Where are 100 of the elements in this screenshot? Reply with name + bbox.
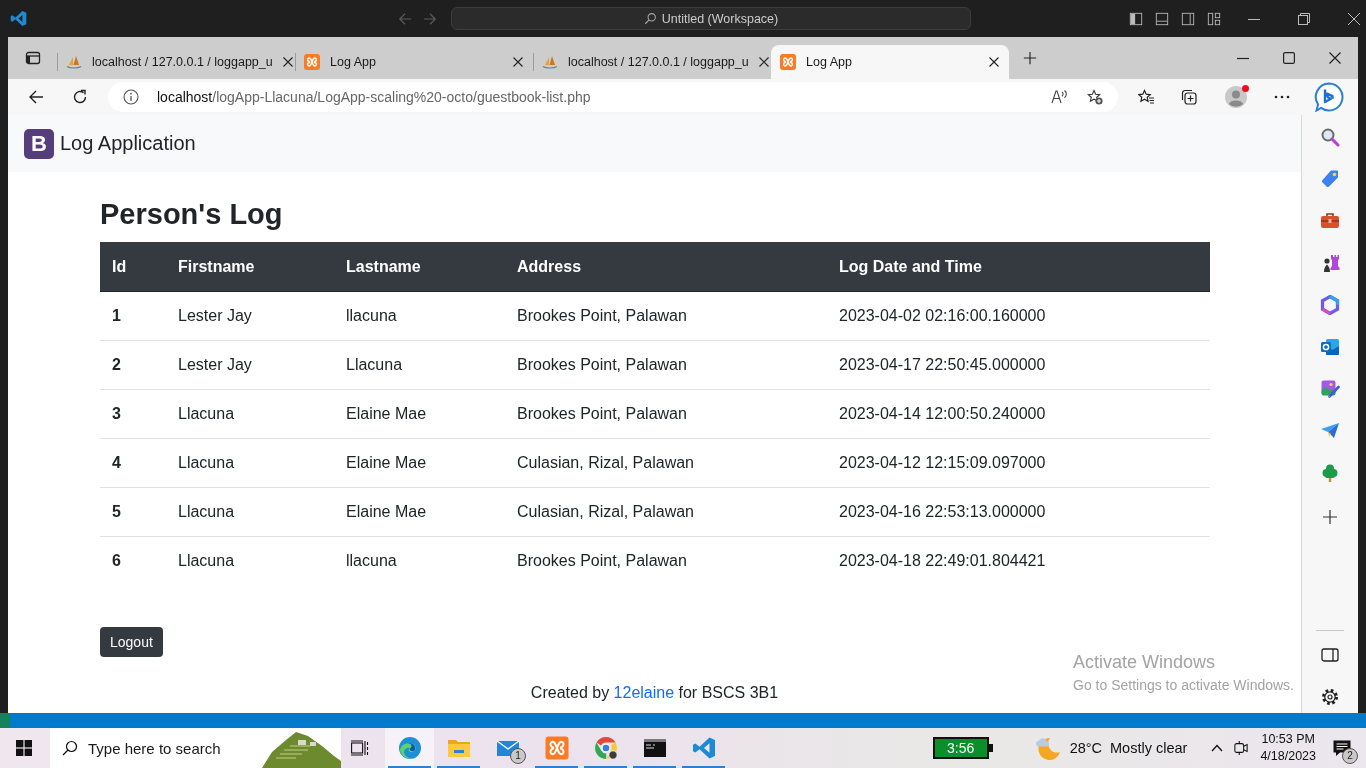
profile-avatar-icon[interactable] [1225, 86, 1247, 108]
favorites-icon[interactable] [1138, 89, 1154, 105]
panel-layout-icon[interactable] [1155, 11, 1169, 26]
tree-icon[interactable] [1320, 463, 1340, 483]
add-icon[interactable] [1322, 509, 1338, 525]
notification-count-badge: 2 [1342, 748, 1358, 764]
tab-actions-icon[interactable] [24, 50, 41, 66]
app-logo-icon [544, 736, 569, 760]
app-logo-icon [780, 54, 796, 70]
read-aloud-icon[interactable] [1051, 89, 1069, 105]
weather-condition[interactable]: Mostly clear [1110, 740, 1188, 756]
search-input[interactable]: Type here to search [88, 736, 262, 760]
settings-icon[interactable] [1320, 687, 1340, 707]
taskbar-app-button[interactable]: 1 [483, 728, 532, 768]
search-icon[interactable] [1320, 127, 1340, 147]
task-view-icon[interactable] [351, 740, 369, 756]
close-icon[interactable] [513, 57, 523, 67]
new-tab-icon[interactable] [1023, 51, 1037, 65]
browser-tab[interactable]: Log App [295, 45, 533, 79]
search-icon [62, 740, 78, 756]
table-cell-text: Llacuna [177, 502, 236, 522]
close-icon[interactable] [1329, 52, 1341, 64]
table-cell-text: Llacuna [345, 355, 404, 375]
browser-tab[interactable]: localhost / 127.0.0.1 / loggapp_u [533, 45, 771, 79]
toolbox-icon[interactable] [1320, 211, 1340, 231]
table-cell-text: llacuna [345, 306, 398, 326]
table-cell-text: Culasian, Rizal, Palawan [516, 453, 695, 473]
restore-icon[interactable] [1298, 12, 1310, 25]
info-icon[interactable] [123, 89, 139, 105]
table-cell-text: 6 [111, 551, 122, 571]
chat-bubble-logo-icon[interactable] [1314, 82, 1344, 112]
brand-link[interactable]: Log Application [60, 132, 196, 155]
round-browser-icon [593, 736, 618, 760]
browser-icon [397, 736, 422, 760]
chevron-up-icon[interactable] [1211, 744, 1224, 752]
camera-icon[interactable] [1234, 740, 1249, 756]
close-icon[interactable] [282, 57, 293, 67]
logout-button[interactable]: Logout [100, 627, 163, 657]
activation-hint: Go to Settings to activate Windows. [1073, 676, 1294, 695]
split-layout-icon[interactable] [1181, 11, 1195, 26]
table-cell-text: 2023-04-14 12:00:50.240000 [838, 404, 1047, 424]
footer-credit: Created by 12elaine for BSCS 3B1 [530, 683, 779, 703]
table-cell-text: Brookes Point, Palawan [516, 355, 688, 375]
table-cell-text: 2023-04-02 02:16:00.160000 [838, 306, 1047, 326]
table-cell-text: Brookes Point, Palawan [516, 551, 688, 571]
table-cell-text: 4 [111, 453, 122, 473]
terminal-icon [642, 736, 667, 760]
back-arrow-icon[interactable] [28, 89, 44, 105]
search-icon [643, 12, 657, 25]
table-cell-text: Llacuna [177, 453, 236, 473]
table-cell-text: Elaine Mae [345, 404, 428, 424]
table-cell-text: 3 [111, 404, 122, 424]
table-cell-text: Lester Jay [177, 355, 253, 375]
column-header: Log Date and Time [838, 256, 983, 277]
close-icon[interactable] [1348, 12, 1360, 25]
close-icon[interactable] [989, 57, 999, 67]
table-cell-text: 2023-04-12 12:15:09.097000 [838, 453, 1047, 473]
panel-icon[interactable] [1320, 645, 1340, 665]
table-cell-text: Elaine Mae [345, 502, 428, 522]
table-cell-text: 2023-04-17 22:50:45.000000 [838, 355, 1047, 375]
close-icon[interactable] [758, 57, 769, 67]
code-editor-icon [691, 736, 716, 760]
table-cell-text: 2023-04-18 22:49:01.804421 [838, 551, 1047, 571]
table-cell-text: llacuna [345, 551, 398, 571]
picture-edit-icon[interactable] [1320, 379, 1340, 399]
table-cell-text: Brookes Point, Palawan [516, 404, 688, 424]
column-header: Lastname [345, 256, 422, 277]
refresh-icon[interactable] [72, 89, 88, 105]
activation-title: Activate Windows [1073, 651, 1217, 673]
table-cell-text: 2023-04-16 22:53:13.000000 [838, 502, 1047, 522]
maximize-icon[interactable] [1283, 52, 1295, 64]
windows-logo-icon[interactable] [16, 740, 32, 756]
table-cell-text: 5 [111, 502, 122, 522]
column-header: Address [516, 256, 583, 277]
browser-tab[interactable]: Log App [771, 45, 1009, 79]
mail-icon[interactable] [1320, 337, 1340, 357]
column-header: Firstname [177, 256, 256, 277]
unread-count-badge: 1 [510, 748, 526, 764]
sidebar-layout-icon[interactable] [1129, 11, 1143, 26]
add-favorite-icon[interactable] [1087, 89, 1103, 105]
table-cell-text: Llacuna [177, 551, 236, 571]
author-link[interactable]: 12elaine [613, 684, 675, 701]
address-field[interactable]: localhost/logApp-Llacuna/LogApp-scaling%20-octo/guestbook-list.php [108, 82, 1118, 112]
weather-temperature[interactable]: 28°C [1069, 740, 1103, 756]
table-cell-text: 1 [111, 306, 122, 326]
taskbar-search-field[interactable]: Type here to search [50, 728, 341, 768]
command-center-field[interactable]: Untitled (Workspace) [451, 7, 971, 30]
column-header: Id [111, 256, 128, 277]
table-cell-text: Lester Jay [177, 306, 253, 326]
grid-layout-icon[interactable] [1207, 11, 1221, 26]
table-cell-text: Culasian, Rizal, Palawan [516, 502, 695, 522]
tag-icon[interactable] [1320, 169, 1340, 189]
collections-icon[interactable] [1181, 89, 1197, 105]
table-cell-text: Elaine Mae [345, 453, 428, 473]
brand-logo[interactable]: B [24, 128, 54, 159]
hexagon-logo-icon[interactable] [1320, 295, 1340, 315]
code-editor-logo-icon [10, 10, 27, 27]
page-heading: Person's Log [100, 197, 283, 232]
browser-tab[interactable]: localhost / 127.0.0.1 / loggapp_u [57, 45, 295, 79]
taskbar-clock[interactable]: 10:53 PM 4/18/2023 [1258, 731, 1318, 765]
